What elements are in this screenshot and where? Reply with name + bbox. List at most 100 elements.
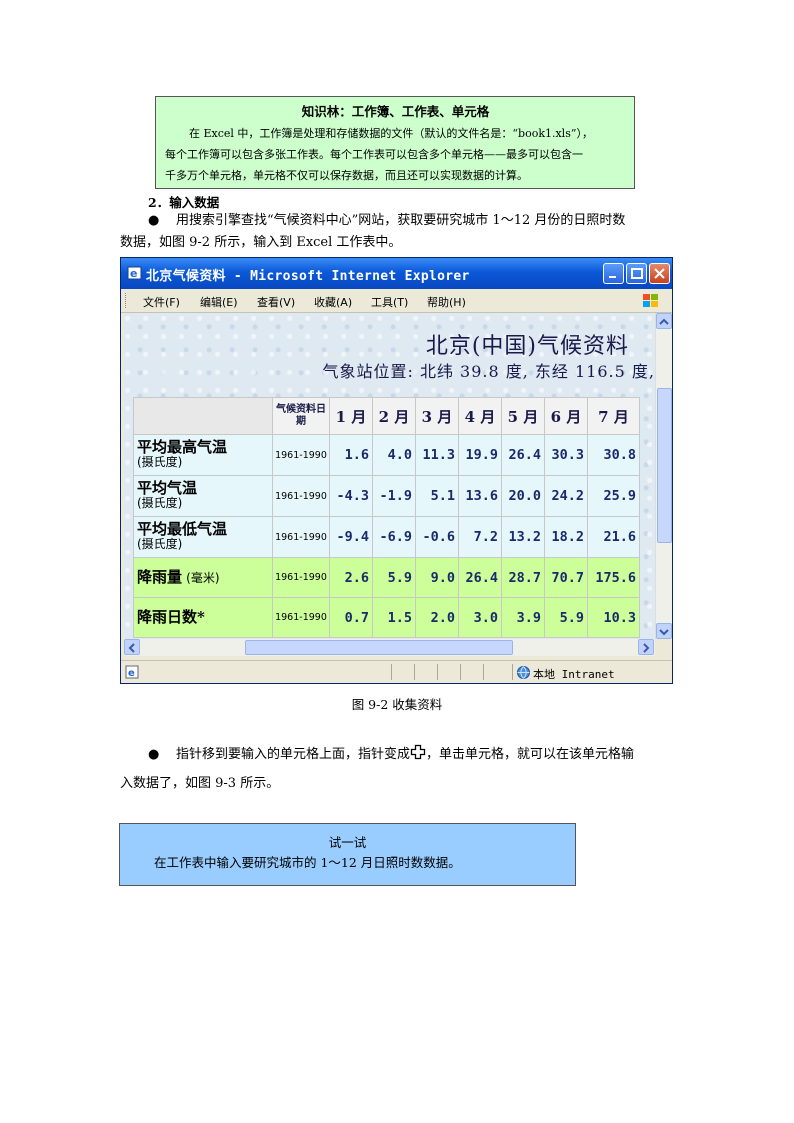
vertical-scroll-thumb[interactable]: [657, 388, 672, 543]
table-row: 平均最低气温 (摄氏度) 1961-1990 -9.4 -6.9 -0.6 7.2…: [133, 516, 640, 558]
table-cell: 19.9: [458, 434, 502, 476]
table-cell: 24.2: [544, 475, 588, 517]
cross-cursor-icon: [410, 744, 426, 760]
minimize-icon: [609, 276, 616, 278]
header-month: 6 月: [544, 397, 588, 435]
maximize-button[interactable]: [626, 263, 647, 284]
row-label-cell: 平均最低气温 (摄氏度): [133, 516, 273, 558]
header-corner-cell: [133, 397, 273, 435]
menu-edit[interactable]: 编辑(E): [200, 294, 238, 310]
table-row: 降雨量 (毫米) 1961-1990 2.6 5.9 9.0 26.4 28.7…: [133, 557, 640, 598]
header-month: 4 月: [458, 397, 502, 435]
row-unit: (摄氏度): [137, 455, 183, 469]
table-cell: 3.0: [458, 597, 502, 638]
table-cell: 7.2: [458, 516, 502, 558]
knowledge-box: 知识林：工作簿、工作表、单元格 在 Excel 中，工作簿是处理和存储数据的文件…: [155, 96, 635, 189]
ie-icon: e: [127, 266, 142, 280]
knowledge-line-1: 在 Excel 中，工作簿是处理和存储数据的文件（默认的文件名是：“book1.…: [189, 127, 593, 140]
table-cell: 1.5: [372, 597, 416, 638]
knowledge-title: 知识林：工作簿、工作表、单元格: [301, 104, 490, 119]
scroll-left-button[interactable]: [124, 639, 140, 655]
row-label-cell: 降雨日数*: [133, 597, 273, 638]
table-cell: 9.0: [415, 557, 459, 598]
climate-table: 气候资料日期 1 月 2 月 3 月 4 月 5 月 6 月 7 月 平均最高气…: [133, 397, 640, 638]
header-date: 气候资料日期: [272, 397, 330, 435]
table-cell: 4.0: [372, 434, 416, 476]
menu-favorites[interactable]: 收藏(A): [314, 294, 352, 310]
menu-bar: 文件(F) 编辑(E) 查看(V) 收藏(A) 工具(T) 帮助(H): [121, 289, 672, 313]
bullet-1: ●: [148, 213, 160, 228]
table-cell: 30.3: [544, 434, 588, 476]
menu-help[interactable]: 帮助(H): [427, 294, 466, 310]
try-it-body: 在工作表中输入要研究城市的 1～12 月日照时数数据。: [154, 855, 461, 870]
row-label: 降雨日数*: [137, 607, 205, 626]
table-cell: 5.1: [415, 475, 459, 517]
intranet-globe-icon: [517, 666, 530, 679]
page-heading: 北京(中国)气候资料: [425, 334, 629, 359]
paragraph-2-text-b: ，单击单元格，就可以在该单元格输: [426, 747, 635, 762]
page-content: 北京(中国)气候资料 气象站位置: 北纬 39.8 度, 东经 116.5 度,…: [124, 313, 655, 639]
menu-file[interactable]: 文件(F): [143, 294, 180, 310]
table-cell: -4.3: [329, 475, 373, 517]
row-date: 1961-1990: [272, 434, 330, 476]
table-cell: 21.6: [587, 516, 640, 558]
vertical-scrollbar[interactable]: [655, 313, 672, 639]
security-zone: 本地 Intranet: [533, 668, 615, 681]
table-cell: 18.2: [544, 516, 588, 558]
header-month: 5 月: [501, 397, 545, 435]
bullet-2: ●: [148, 747, 160, 762]
row-label: 降雨量: [137, 567, 183, 586]
table-cell: 25.9: [587, 475, 640, 517]
chevron-up-icon: [659, 318, 669, 325]
status-bar: e 本地 Intranet: [121, 660, 672, 683]
table-cell: 5.9: [544, 597, 588, 638]
table-cell: 3.9: [501, 597, 545, 638]
menu-tools[interactable]: 工具(T): [371, 294, 408, 310]
window-title: 北京气候资料 - Microsoft Internet Explorer: [146, 269, 470, 284]
table-cell: 26.4: [458, 557, 502, 598]
table-cell: -6.9: [372, 516, 416, 558]
chevron-down-icon: [659, 629, 669, 636]
knowledge-line-2: 每个工作簿可以包含多张工作表。每个工作表可以包含多个单元格——最多可以包含一: [165, 148, 583, 161]
scroll-down-button[interactable]: [656, 623, 672, 639]
header-month: 1 月: [329, 397, 373, 435]
table-cell: -9.4: [329, 516, 373, 558]
row-date: 1961-1990: [272, 516, 330, 558]
menu-view[interactable]: 查看(V): [257, 294, 295, 310]
row-label-cell: 平均气温 (摄氏度): [133, 475, 273, 517]
close-icon: [654, 268, 665, 279]
header-month: 2 月: [372, 397, 416, 435]
svg-text:e: e: [128, 668, 135, 679]
station-location: 气象站位置: 北纬 39.8 度, 东经 116.5 度,: [322, 362, 655, 381]
browser-window: e 北京气候资料 - Microsoft Internet Explorer 文…: [120, 257, 673, 684]
table-header-row: 气候资料日期 1 月 2 月 3 月 4 月 5 月 6 月 7 月: [133, 397, 640, 435]
scroll-right-button[interactable]: [638, 639, 654, 655]
table-cell: 20.0: [501, 475, 545, 517]
paragraph-2-line-1: 指针移到要输入的单元格上面，指针变成 ，单击单元格，就可以在该单元格输: [176, 743, 634, 767]
close-button[interactable]: [649, 263, 670, 284]
chevron-right-icon: [643, 643, 650, 653]
row-label-cell: 降雨量 (毫米): [133, 557, 273, 598]
horizontal-scroll-thumb[interactable]: [245, 640, 513, 655]
table-cell: 26.4: [501, 434, 545, 476]
table-cell: 0.7: [329, 597, 373, 638]
table-cell: 2.6: [329, 557, 373, 598]
table-cell: 28.7: [501, 557, 545, 598]
row-unit: (摄氏度): [137, 496, 183, 510]
row-label: 平均最低气温: [137, 520, 228, 538]
table-cell: 2.0: [415, 597, 459, 638]
toolbar-grip[interactable]: [125, 293, 128, 308]
try-it-box: 试一试 在工作表中输入要研究城市的 1～12 月日照时数数据。: [119, 823, 576, 886]
paragraph-2-line-2: 入数据了，如图 9-3 所示。: [120, 776, 280, 791]
scroll-up-button[interactable]: [656, 313, 672, 329]
maximize-icon: [631, 268, 643, 279]
title-bar[interactable]: e 北京气候资料 - Microsoft Internet Explorer: [121, 258, 672, 289]
horizontal-scrollbar[interactable]: [124, 639, 655, 656]
table-cell: 5.9: [372, 557, 416, 598]
table-cell: 10.3: [587, 597, 640, 638]
page-status-icon: e: [125, 665, 139, 679]
row-date: 1961-1990: [272, 557, 330, 598]
minimize-button[interactable]: [603, 263, 624, 284]
table-row: 降雨日数* 1961-1990 0.7 1.5 2.0 3.0 3.9 5.9 …: [133, 597, 640, 638]
table-cell: 175.6: [587, 557, 640, 598]
